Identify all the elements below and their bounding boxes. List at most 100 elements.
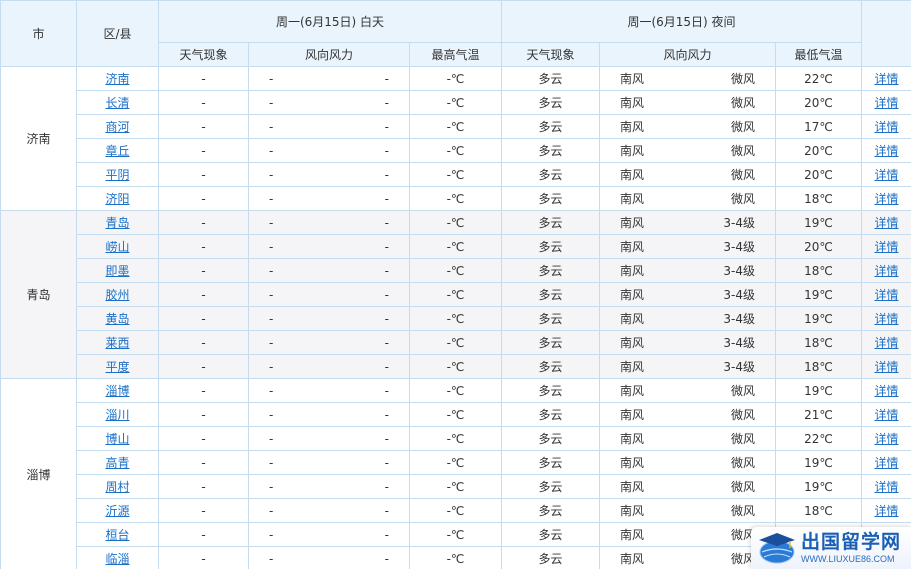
detail-link[interactable]: 详情 bbox=[875, 408, 899, 422]
detail-cell: 详情 bbox=[861, 234, 911, 259]
day-weather-cell: - bbox=[158, 162, 249, 187]
detail-link[interactable]: 详情 bbox=[875, 216, 899, 230]
day-wind-cell: -- bbox=[248, 66, 410, 91]
night-wind-force: 3-4级 bbox=[723, 312, 756, 326]
night-weather-cell: 多云 bbox=[501, 162, 601, 187]
detail-link[interactable]: 详情 bbox=[875, 360, 899, 374]
detail-link[interactable]: 详情 bbox=[875, 144, 899, 158]
district-cell: 周村 bbox=[76, 474, 159, 499]
night-weather-cell: 多云 bbox=[501, 66, 601, 91]
detail-link[interactable]: 详情 bbox=[875, 72, 899, 86]
night-wind-force: 微风 bbox=[731, 456, 756, 470]
night-weather-cell: 多云 bbox=[501, 138, 601, 163]
detail-cell: 详情 bbox=[861, 186, 911, 211]
district-link[interactable]: 济南 bbox=[105, 72, 129, 86]
district-link[interactable]: 平度 bbox=[105, 360, 129, 374]
district-link[interactable]: 莱西 bbox=[105, 336, 129, 350]
district-link[interactable]: 临淄 bbox=[105, 552, 129, 566]
detail-link[interactable]: 详情 bbox=[875, 192, 899, 206]
day-wind-cell: -- bbox=[248, 450, 410, 475]
day-wind-cell: -- bbox=[248, 282, 410, 307]
detail-link[interactable]: 详情 bbox=[875, 432, 899, 446]
district-link[interactable]: 胶州 bbox=[105, 288, 129, 302]
day-weather-cell: - bbox=[158, 330, 249, 355]
day-wind-cell: -- bbox=[248, 114, 410, 139]
night-wind-direction: 南风 bbox=[620, 96, 645, 110]
city-cell: 青岛 bbox=[0, 210, 77, 379]
night-wind-cell: 南风 微风 bbox=[599, 162, 777, 187]
day-wind-direction: - bbox=[269, 143, 274, 158]
day-wind-cell: -- bbox=[248, 258, 410, 283]
detail-link[interactable]: 详情 bbox=[875, 120, 899, 134]
low-temp-cell: 22℃ bbox=[775, 426, 863, 451]
district-link[interactable]: 商河 bbox=[105, 120, 129, 134]
day-wind-cell: -- bbox=[248, 306, 410, 331]
high-temp-cell: -℃ bbox=[408, 186, 503, 211]
high-temp-cell: -℃ bbox=[408, 114, 503, 139]
day-wind-direction: - bbox=[269, 455, 274, 470]
district-link[interactable]: 高青 bbox=[105, 456, 129, 470]
night-wind-direction: 南风 bbox=[620, 432, 645, 446]
night-wind-direction: 南风 bbox=[620, 504, 645, 518]
detail-link[interactable]: 详情 bbox=[875, 96, 899, 110]
high-temp-cell: -℃ bbox=[408, 426, 503, 451]
day-wind-direction: - bbox=[269, 287, 274, 302]
district-link[interactable]: 黄岛 bbox=[105, 312, 129, 326]
detail-link[interactable]: 详情 bbox=[875, 264, 899, 278]
district-link[interactable]: 崂山 bbox=[105, 240, 129, 254]
night-wind-cell: 南风 3-4级 bbox=[599, 330, 777, 355]
night-wind-cell: 南风 微风 bbox=[599, 474, 777, 499]
high-temp-cell: -℃ bbox=[408, 546, 503, 569]
district-link[interactable]: 淄博 bbox=[105, 384, 129, 398]
district-link[interactable]: 长清 bbox=[105, 96, 129, 110]
night-wind-direction: 南风 bbox=[620, 456, 645, 470]
district-link[interactable]: 博山 bbox=[105, 432, 129, 446]
high-temp-cell: -℃ bbox=[408, 522, 503, 547]
district-link[interactable]: 平阴 bbox=[105, 168, 129, 182]
district-cell: 青岛 bbox=[76, 210, 159, 235]
detail-link[interactable]: 详情 bbox=[875, 336, 899, 350]
detail-link[interactable]: 详情 bbox=[875, 456, 899, 470]
day-wind-force: - bbox=[384, 335, 389, 350]
table-row: 章丘 - - - -℃ 多云 南风 微风 20℃ 详情 bbox=[1, 138, 911, 163]
night-wind-direction: 南风 bbox=[620, 144, 645, 158]
night-wind-direction: 南风 bbox=[620, 216, 645, 230]
district-link[interactable]: 济阳 bbox=[105, 192, 129, 206]
night-weather-cell: 多云 bbox=[501, 426, 601, 451]
night-weather-cell: 多云 bbox=[501, 282, 601, 307]
day-wind-force: - bbox=[384, 95, 389, 110]
night-low-header: 最低气温 bbox=[775, 42, 863, 67]
night-wind-force: 3-4级 bbox=[723, 360, 756, 374]
district-cell: 章丘 bbox=[76, 138, 159, 163]
detail-link[interactable]: 详情 bbox=[875, 504, 899, 518]
day-weather-cell: - bbox=[158, 210, 249, 235]
header-row-1: 市 区/县 周一(6月15日) 白天 周一(6月15日) 夜间 bbox=[0, 0, 911, 67]
detail-link[interactable]: 详情 bbox=[875, 240, 899, 254]
district-link[interactable]: 淄川 bbox=[105, 408, 129, 422]
detail-link[interactable]: 详情 bbox=[875, 168, 899, 182]
day-wind-force: - bbox=[384, 239, 389, 254]
night-weather-cell: 多云 bbox=[501, 114, 601, 139]
district-link[interactable]: 周村 bbox=[105, 480, 129, 494]
detail-link[interactable]: 详情 bbox=[875, 480, 899, 494]
high-temp-cell: -℃ bbox=[408, 354, 503, 379]
district-link[interactable]: 章丘 bbox=[105, 144, 129, 158]
district-cell: 济南 bbox=[76, 66, 159, 91]
day-weather-cell: - bbox=[158, 450, 249, 475]
night-wind-cell: 南风 微风 bbox=[599, 402, 777, 427]
detail-link[interactable]: 详情 bbox=[875, 384, 899, 398]
detail-link[interactable]: 详情 bbox=[875, 288, 899, 302]
district-link[interactable]: 沂源 bbox=[105, 504, 129, 518]
low-temp-cell: 19℃ bbox=[775, 282, 863, 307]
detail-cell: 详情 bbox=[861, 330, 911, 355]
low-temp-cell: 18℃ bbox=[775, 498, 863, 523]
detail-link[interactable]: 详情 bbox=[875, 312, 899, 326]
table-row: 长清 - - - -℃ 多云 南风 微风 20℃ 详情 bbox=[1, 90, 911, 115]
day-wind-cell: -- bbox=[248, 186, 410, 211]
district-link[interactable]: 桓台 bbox=[105, 528, 129, 542]
detail-cell: 详情 bbox=[861, 378, 911, 403]
district-link[interactable]: 即墨 bbox=[105, 264, 129, 278]
district-link[interactable]: 青岛 bbox=[105, 216, 129, 230]
high-temp-cell: -℃ bbox=[408, 474, 503, 499]
city-cell: 济南 bbox=[0, 66, 77, 211]
